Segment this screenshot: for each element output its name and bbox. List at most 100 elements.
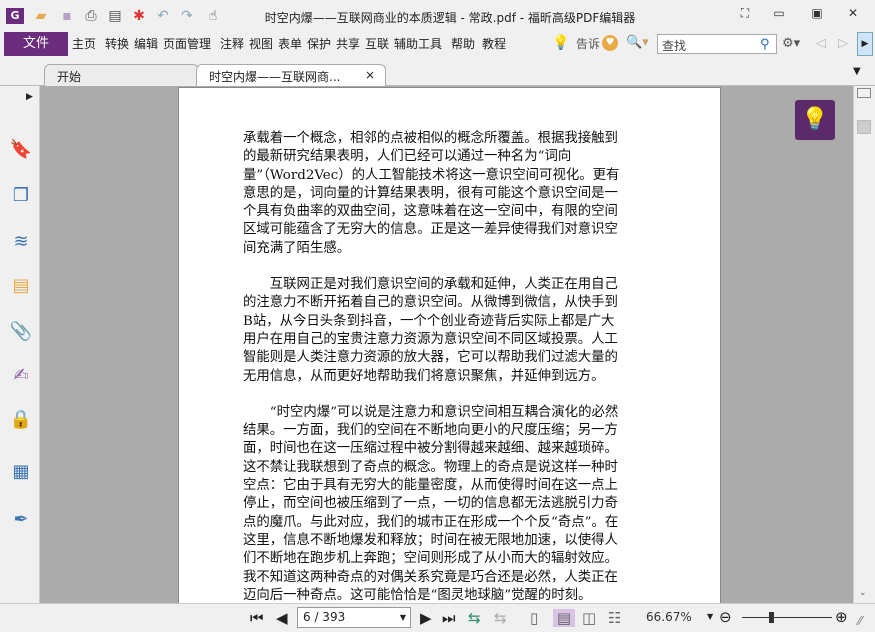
maximize-button[interactable]: ▣ (806, 6, 828, 24)
facing-page-icon[interactable]: ◫ (582, 609, 596, 627)
minimize-button[interactable]: ▭ (768, 6, 790, 24)
continuous-page-icon[interactable]: ▤ (553, 609, 575, 627)
document-canvas[interactable]: 承载着一个概念，相邻的点被相似的概念所覆盖。根据我接触到 的最新研究结果表明，人们… (40, 86, 853, 603)
new-icon[interactable]: ✱ (130, 8, 148, 24)
menu-item[interactable]: 编辑 (134, 36, 158, 53)
menu-bar: 文件 主页 转换 编辑 页面管理 注释 视图 表单 保护 共享 互联 辅助工具 帮助 教程 💡 告诉 ♥… (0, 32, 875, 58)
undo-icon[interactable]: ↶ (154, 8, 172, 24)
page-number-input[interactable]: 6 / 393 ▼ (297, 607, 411, 628)
pdf-page: 承载着一个概念，相邻的点被相似的概念所覆盖。根据我接触到 的最新研究结果表明，人们… (178, 87, 721, 603)
file-menu[interactable]: 文件 (4, 32, 68, 56)
menu-item[interactable]: 表单 (278, 36, 302, 53)
scroll-up-button[interactable] (857, 88, 871, 98)
layers-icon[interactable]: ≋ (9, 230, 33, 254)
menu-item[interactable]: 保护 (307, 36, 331, 53)
text-line: 迈向后一种奇点。这可能恰恰是“图灵地球脑”觉醒的时刻。 (243, 587, 592, 603)
menu-item[interactable]: 辅助工具 (394, 36, 442, 53)
text-line: 空点：它由于具有无穷大的能量密度，从而使得时间在这一点上 (243, 478, 618, 494)
back-icon[interactable]: ◁ (816, 36, 826, 51)
text-line: 这里，信息不断地爆发和释放；时间在被无限地加速，以使得人 (243, 532, 618, 548)
signatures-icon[interactable]: ✍ (9, 364, 33, 388)
menu-item[interactable]: 页面管理 (163, 36, 211, 53)
app-logo-icon: G (6, 8, 24, 24)
text-line: 面，时间也在这一压缩过程中被分割得越来越细、越来越琐碎。 (243, 441, 618, 457)
next-view-icon[interactable]: ⇆ (494, 609, 507, 627)
text-line: 间充满了陌生感。 (243, 240, 351, 256)
page-text: 承载着一个概念，相邻的点被相似的概念所覆盖。根据我接触到 的最新研究结果表明，人们… (243, 130, 663, 603)
menu-item[interactable]: 共享 (336, 36, 360, 53)
open-icon[interactable]: ▰ (32, 8, 50, 24)
properties-icon[interactable]: ▤ (106, 8, 124, 24)
tab-bar: 开始 时空内爆——互联网商... × ▼ (0, 60, 875, 86)
search-icon[interactable]: ⚲ (760, 37, 770, 52)
text-line: 点的魔爪。与此对应，我们的城市正在形成一个个反“奇点”。在 (243, 514, 619, 530)
lightbulb-icon[interactable]: 💡 (552, 35, 569, 51)
text-line: 量”（Word2Vec）的人工智能技术将这一意识空间可视化。更有 (243, 167, 620, 183)
paragraph: 互联网正是对我们意识空间的承载和延伸，人类正在用自己 的注意力不断开拓着自己的意识… (243, 276, 663, 386)
comments-icon[interactable]: ▤ (9, 274, 33, 298)
expand-panel-icon[interactable]: ▶ (26, 92, 33, 102)
print-icon[interactable]: ⎙ (82, 8, 100, 24)
menu-item[interactable]: 帮助 (451, 36, 475, 53)
menu-item[interactable]: 转换 (105, 36, 129, 53)
scroll-thumb[interactable] (857, 120, 871, 134)
text-line: 停止，而空间也被压缩到了一点，一切的信息都无法逃脱引力奇 (243, 496, 618, 512)
text-line: 意思的是，词向量的计算结果表明，很有可能这个意识空间是一 (243, 185, 618, 201)
bookmarks-icon[interactable]: 🔖 (9, 138, 33, 162)
status-bar: ⏮ ◀ 6 / 393 ▼ ▶ ⏭ ⇆ ⇆ ▯ ▤ ◫ ☷ 66.67% ▼ ⊖ … (0, 603, 875, 632)
next-page-icon[interactable]: ▶ (420, 609, 432, 627)
find-folder-icon[interactable]: 🔍▾ (626, 35, 649, 50)
paragraph: “时空内爆”可以说是注意力和意识空间相互耦合演化的必然 结果。一方面，我们的空间在… (243, 404, 663, 603)
menu-item[interactable]: 视图 (249, 36, 273, 53)
menu-item[interactable]: 注释 (220, 36, 244, 53)
resize-grip-icon[interactable]: ⁄⁄ (858, 614, 862, 628)
menu-item[interactable]: 主页 (72, 36, 96, 53)
single-page-icon[interactable]: ▯ (530, 609, 538, 627)
last-page-icon[interactable]: ⏭ (442, 609, 456, 627)
settings-icon[interactable]: ⚙▾ (782, 36, 800, 51)
zoom-out-icon[interactable]: ⊖ (719, 608, 732, 626)
text-line: 智能则是人类注意力资源的放大器，它可以帮助我们过滤大量的 (243, 350, 618, 366)
security-lock-icon[interactable]: 🔒 (9, 408, 33, 432)
forward-icon[interactable]: ▷ (838, 36, 848, 51)
hand-tool-icon[interactable]: ☝ (204, 8, 222, 24)
zoom-slider[interactable] (742, 612, 832, 623)
navigation-sidebar: ▶ 🔖 ❐ ≋ ▤ 📎 ✍ 🔒 ▦ ✒ (0, 86, 40, 603)
attachments-icon[interactable]: 📎 (9, 320, 33, 344)
tab-list-icon[interactable]: ▼ (853, 66, 861, 77)
ribbon-scroll-right[interactable]: ▶ (857, 32, 873, 56)
scroll-down-button[interactable]: ⌄ (859, 588, 867, 598)
redo-icon[interactable]: ↷ (178, 8, 196, 24)
text-line: 们不断地在跑步机上奔跑；空间则形成了从小而大的辐射效应。 (243, 551, 618, 567)
fullscreen-icon[interactable]: ⛶ (734, 6, 756, 24)
menu-item[interactable]: 互联 (365, 36, 389, 53)
close-button[interactable]: ✕ (842, 6, 864, 24)
zoom-dropdown-icon[interactable]: ▼ (707, 612, 713, 621)
zoom-in-icon[interactable]: ⊕ (835, 608, 848, 626)
first-page-icon[interactable]: ⏮ (250, 609, 264, 627)
search-input[interactable]: 查找 (657, 34, 777, 54)
text-line: 互联网正是对我们意识空间的承载和延伸，人类正在用自己 (243, 277, 618, 293)
save-icon[interactable]: ▪ (58, 8, 76, 24)
page-number: 6 / 393 (303, 610, 346, 624)
previous-view-icon[interactable]: ⇆ (468, 609, 481, 627)
pages-icon[interactable]: ❐ (9, 184, 33, 208)
continuous-facing-icon[interactable]: ☷ (608, 609, 621, 627)
tell-me[interactable]: 告诉 (576, 36, 600, 53)
tips-lightbulb-button[interactable]: 💡 (795, 100, 835, 140)
close-tab-icon[interactable]: × (365, 68, 375, 82)
zoom-level[interactable]: 66.67% (646, 610, 692, 624)
vertical-scrollbar[interactable]: ⌄ (853, 86, 875, 603)
heart-icon[interactable]: ♥ (602, 35, 618, 51)
text-line: B站，从今日头条到抖音，一个个创业奇迹背后实际上都是广大 (243, 313, 615, 329)
menu-item[interactable]: 教程 (482, 36, 506, 53)
previous-page-icon[interactable]: ◀ (276, 609, 288, 627)
tab-start[interactable]: 开始 (44, 64, 199, 86)
text-line: 的最新研究结果表明，人们已经可以通过一种名为“词向 (243, 149, 572, 165)
text-line: 区域可能蕴含了无穷大的信息。正是这一差异使得我们对意识空 (243, 222, 618, 238)
tab-document[interactable]: 时空内爆——互联网商... × (196, 64, 386, 86)
certify-icon[interactable]: ✒ (9, 508, 33, 532)
form-fields-icon[interactable]: ▦ (9, 460, 33, 484)
paragraph: 承载着一个概念，相邻的点被相似的概念所覆盖。根据我接触到 的最新研究结果表明，人们… (243, 130, 663, 258)
zoom-slider-handle[interactable] (769, 612, 774, 623)
